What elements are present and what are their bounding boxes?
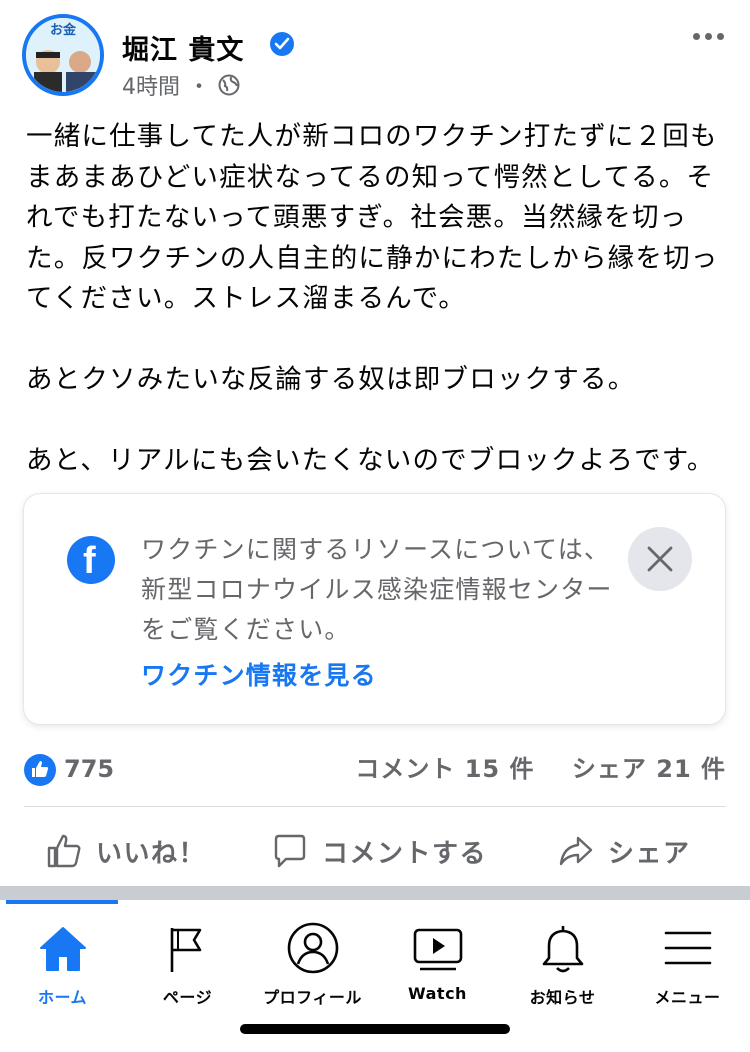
tab-home[interactable]: ホーム: [0, 916, 125, 1016]
comment-icon: [274, 834, 306, 868]
share-icon: [559, 836, 593, 866]
meta-separator: ・: [188, 75, 211, 100]
tab-pages[interactable]: ページ: [125, 916, 250, 1016]
like-button-label: いいね！: [96, 838, 207, 869]
flag-icon: [170, 928, 201, 972]
share-count[interactable]: シェア 21 件: [572, 755, 726, 783]
tab-menu[interactable]: メニュー: [625, 916, 750, 1016]
verified-badge-icon: [270, 32, 294, 56]
avatar[interactable]: お金: [22, 14, 104, 96]
tab-profile-label: プロフィール: [263, 988, 362, 1007]
tab-pages-label: ページ: [162, 988, 213, 1007]
tab-notifications-label: お知らせ: [529, 988, 596, 1007]
home-indicator: [240, 1024, 510, 1034]
avatar-title-text: お金: [50, 23, 77, 38]
vaccine-info-link[interactable]: ワクチン情報を見る: [141, 656, 377, 692]
post-time[interactable]: 4時間: [122, 69, 180, 101]
tab-menu-label: メニュー: [654, 988, 721, 1007]
like-count[interactable]: 775: [64, 752, 114, 786]
comment-share-counts[interactable]: コメント 15 件 シェア 21 件: [355, 752, 726, 786]
reactions-row: 775 コメント 15 件 シェア 21 件: [24, 752, 726, 788]
info-box-text: ワクチンに関するリソースについては、新型コロナウイルス感染症情報センターをご覧く…: [141, 535, 613, 644]
author-name[interactable]: 堀江 貴文: [122, 28, 244, 67]
close-button[interactable]: [628, 527, 692, 591]
watch-icon: [413, 928, 462, 971]
close-icon: [647, 546, 673, 572]
home-icon: [39, 927, 86, 971]
thumbs-up-icon: [47, 834, 81, 868]
profile-icon: [287, 922, 338, 974]
vaccine-info-box: f ワクチンに関するリソースについては、新型コロナウイルス感染症情報センターをご…: [24, 494, 725, 724]
post-header: お金 堀江 貴文 4時間 ・: [22, 14, 728, 100]
comment-count[interactable]: コメント 15 件: [355, 755, 534, 783]
post-text: 一緒に仕事してた人が新コロのワクチン打たずに２回もまあまあひどい症状なってるの知…: [26, 121, 719, 476]
post-meta: 4時間 ・: [122, 69, 240, 101]
bell-icon: [542, 926, 583, 973]
divider: [24, 806, 726, 807]
globe-icon: [218, 74, 240, 96]
post-actions: いいね！ コメントする シェア: [24, 820, 726, 882]
tab-watch-label: Watch: [408, 984, 467, 1003]
like-reaction-icon[interactable]: [24, 754, 56, 786]
facebook-logo-icon: f: [67, 536, 115, 584]
comment-button-label: コメントする: [322, 838, 488, 869]
tab-notifications[interactable]: お知らせ: [500, 916, 625, 1016]
section-separator: [0, 886, 750, 900]
tab-home-label: ホーム: [37, 988, 88, 1007]
like-button[interactable]: いいね！: [46, 820, 206, 882]
share-button[interactable]: シェア: [558, 820, 691, 882]
tab-watch[interactable]: Watch: [375, 916, 500, 1016]
active-tab-indicator: [6, 900, 118, 904]
share-button-label: シェア: [608, 838, 691, 869]
menu-icon: [664, 931, 711, 965]
more-options-icon[interactable]: [690, 26, 726, 46]
bottom-tab-bar: ホーム ページ プロフィール Watch お知らせ メニュー: [0, 900, 750, 1052]
comment-button[interactable]: コメントする: [272, 820, 487, 882]
tab-profile[interactable]: プロフィール: [250, 916, 375, 1016]
